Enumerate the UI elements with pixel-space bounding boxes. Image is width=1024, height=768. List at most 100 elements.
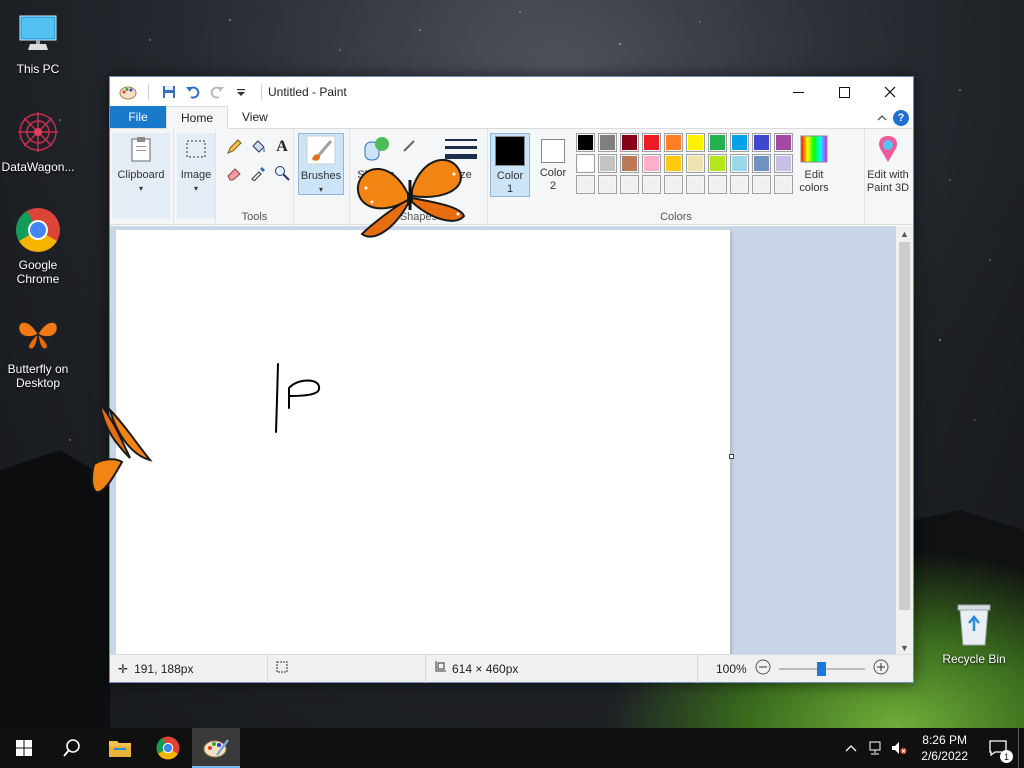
group-colors: Color 1 Color 2 Edit colors Colors <box>488 129 865 225</box>
palette-swatch[interactable] <box>752 154 771 173</box>
mandala-icon <box>14 108 62 156</box>
clipboard-icon <box>125 133 157 165</box>
color2-swatch <box>541 139 565 163</box>
butterfly-overlay <box>91 400 153 494</box>
scroll-down-icon[interactable]: ▼ <box>900 643 909 653</box>
customize-toolbar-dropdown[interactable] <box>231 82 251 102</box>
collapse-ribbon-icon[interactable] <box>877 111 887 125</box>
show-desktop-button[interactable] <box>1018 728 1024 768</box>
palette-swatch[interactable] <box>620 175 639 194</box>
fill-bucket-icon[interactable] <box>248 137 268 157</box>
desktop-icon-google-chrome[interactable]: Google Chrome <box>0 206 76 286</box>
move-cursor-icon: ✛ <box>118 661 129 676</box>
search-icon <box>63 739 80 757</box>
palette-swatch[interactable] <box>598 175 617 194</box>
palette-swatch[interactable] <box>708 133 727 152</box>
eraser-icon[interactable] <box>224 163 244 183</box>
palette-swatch[interactable] <box>598 133 617 152</box>
palette-swatch[interactable] <box>730 133 749 152</box>
title-bar[interactable]: Untitled - Paint <box>110 77 913 107</box>
tab-view[interactable]: View <box>228 106 282 128</box>
palette-swatch[interactable] <box>774 175 793 194</box>
canvas-workspace[interactable] <box>110 226 898 656</box>
start-button[interactable] <box>0 728 48 768</box>
palette-swatch[interactable] <box>576 133 595 152</box>
volume-muted-icon <box>892 742 907 755</box>
tab-file[interactable]: File <box>110 106 166 128</box>
palette-swatch[interactable] <box>620 133 639 152</box>
action-center-button[interactable]: 1 <box>978 740 1018 763</box>
butterfly-overlay <box>356 158 466 238</box>
taskbar-file-explorer[interactable] <box>96 728 144 768</box>
group-image: Image ▾ <box>174 129 216 225</box>
taskbar-chrome[interactable] <box>144 728 192 768</box>
taskbar-paint[interactable] <box>192 728 240 768</box>
desktop-icon-this-pc[interactable]: This PC <box>0 10 76 76</box>
zoom-slider[interactable] <box>778 661 865 677</box>
palette-swatch[interactable] <box>774 133 793 152</box>
text-tool-icon[interactable]: A <box>272 137 292 157</box>
palette-swatch[interactable] <box>620 154 639 173</box>
scroll-up-icon[interactable]: ▲ <box>900 229 909 239</box>
paint-window[interactable]: Untitled - Paint File Home View ? Clipbo… <box>109 76 914 683</box>
drawing-canvas[interactable] <box>116 230 730 656</box>
palette-swatch[interactable] <box>642 133 661 152</box>
palette-swatch[interactable] <box>664 175 683 194</box>
search-button[interactable] <box>48 728 96 768</box>
desktop-icon-label: Recycle Bin <box>942 652 1006 666</box>
brushes-button[interactable]: Brushes ▾ <box>298 133 344 195</box>
show-hidden-icons-button[interactable] <box>839 744 863 752</box>
edit-colors-button[interactable]: Edit colors <box>796 133 832 197</box>
palette-swatch[interactable] <box>730 154 749 173</box>
palette-swatch[interactable] <box>686 133 705 152</box>
palette-swatch[interactable] <box>598 154 617 173</box>
zoom-in-button[interactable] <box>873 659 889 678</box>
selection-size <box>268 654 426 683</box>
redo-button[interactable] <box>207 82 227 102</box>
palette-swatch[interactable] <box>576 175 595 194</box>
paint-app-icon[interactable] <box>118 82 138 102</box>
minimize-button[interactable] <box>775 77 821 107</box>
palette-swatch[interactable] <box>642 154 661 173</box>
edit-with-paint3d-button[interactable]: Edit with Paint 3D <box>865 133 911 197</box>
zoom-out-button[interactable] <box>755 659 771 678</box>
clipboard-button[interactable]: Clipboard ▾ <box>112 133 170 219</box>
palette-swatch[interactable] <box>576 154 595 173</box>
palette-swatch[interactable] <box>708 175 727 194</box>
palette-swatch[interactable] <box>686 154 705 173</box>
palette-swatch[interactable] <box>642 175 661 194</box>
palette-swatch[interactable] <box>730 175 749 194</box>
pencil-icon[interactable] <box>224 137 244 157</box>
save-button[interactable] <box>159 82 179 102</box>
palette-swatch[interactable] <box>752 175 771 194</box>
palette-swatch[interactable] <box>708 154 727 173</box>
palette-swatch[interactable] <box>686 175 705 194</box>
zoom-thumb[interactable] <box>817 661 827 676</box>
undo-button[interactable] <box>183 82 203 102</box>
clock[interactable]: 8:26 PM 2/6/2022 <box>911 732 978 764</box>
image-button[interactable]: Image ▾ <box>177 133 215 219</box>
color1-button[interactable]: Color 1 <box>490 133 530 197</box>
window-controls <box>775 77 913 107</box>
network-button[interactable] <box>863 741 887 755</box>
palette-swatch[interactable] <box>752 133 771 152</box>
resize-handle[interactable] <box>729 454 734 459</box>
volume-button[interactable] <box>887 741 911 755</box>
desktop-icon-butterfly[interactable]: Butterfly on Desktop <box>0 310 76 390</box>
help-button[interactable]: ? <box>893 110 909 126</box>
close-button[interactable] <box>867 77 913 107</box>
desktop-icon-datawagon[interactable]: DataWagon... <box>0 108 76 174</box>
color-picker-icon[interactable] <box>248 163 268 183</box>
scroll-thumb[interactable] <box>899 242 910 610</box>
tab-home[interactable]: Home <box>166 106 229 129</box>
desktop-icon-recycle-bin[interactable]: Recycle Bin <box>936 600 1012 666</box>
maximize-button[interactable] <box>821 77 867 107</box>
magnifier-icon[interactable] <box>272 163 292 183</box>
color2-button[interactable]: Color 2 <box>534 133 572 197</box>
window-title: Untitled - Paint <box>268 85 347 99</box>
palette-swatch[interactable] <box>664 133 683 152</box>
paint3d-icon <box>872 133 904 165</box>
palette-swatch[interactable] <box>774 154 793 173</box>
vertical-scrollbar[interactable]: ▲ ▼ <box>896 226 913 656</box>
palette-swatch[interactable] <box>664 154 683 173</box>
